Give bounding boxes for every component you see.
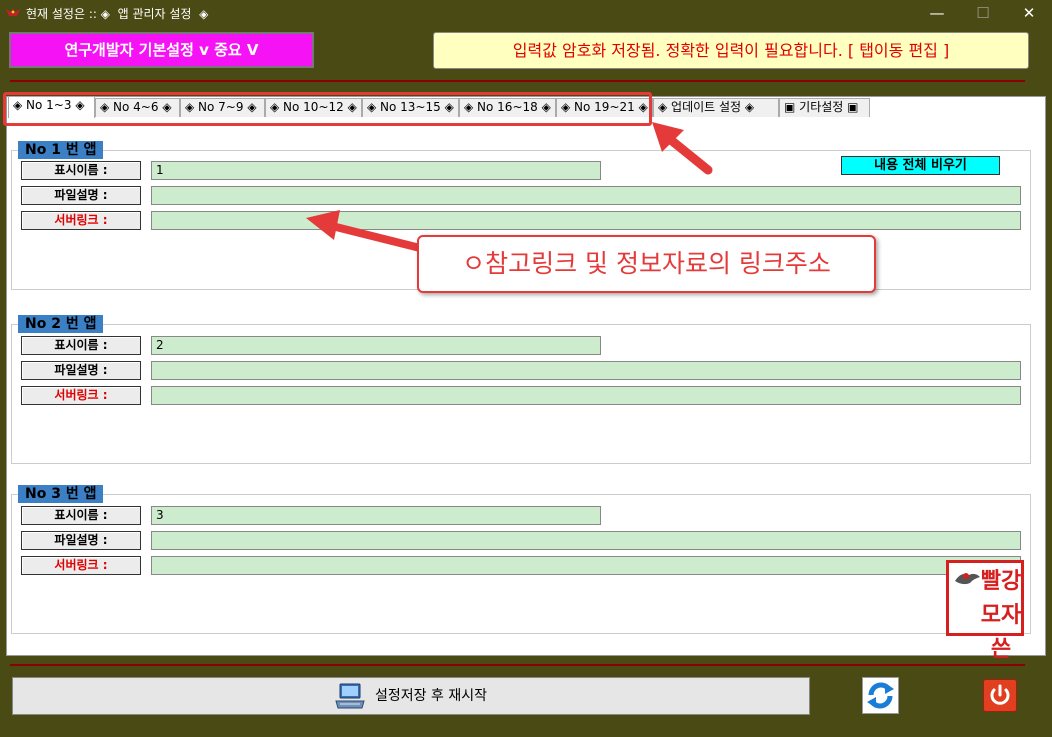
display-name-label: 표시이름 :: [21, 506, 141, 525]
save-button-label: 설정저장 후 재시작: [375, 688, 487, 704]
window-title: 현재 설정은 :: ◈ 앱 관리자 설정 ◈: [26, 7, 209, 21]
app-group-title: No 3 번 앱: [18, 485, 104, 503]
developer-mode-button[interactable]: 연구개발자 기본설정 v 중요 V: [9, 32, 314, 68]
server-link-input[interactable]: [151, 386, 1021, 405]
close-icon: ✕: [1022, 4, 1036, 22]
red-hat-stamp-logo: 빨강모자쓴: [946, 560, 1024, 662]
refresh-button[interactable]: [862, 677, 899, 714]
refresh-icon: [867, 682, 894, 709]
tab-update-settings[interactable]: ◈ 업데이트 설정 ◈: [653, 98, 779, 117]
app-logo-icon: [6, 8, 20, 16]
display-name-input[interactable]: 1: [151, 161, 601, 180]
display-name-label: 표시이름 :: [21, 336, 141, 355]
stamp-text: 빨강모자쓴: [980, 569, 1022, 662]
notice-banner: 입력값 암호화 저장됨. 정확한 입력이 필요합니다. [ 탭이동 편집 ]: [433, 32, 1029, 69]
power-icon: [990, 684, 1010, 705]
server-link-input[interactable]: [151, 556, 1021, 575]
tab-highlight-box: [3, 92, 652, 126]
file-desc-label: 파일설명 :: [21, 531, 141, 550]
app-group-title: No 1 번 앱: [18, 141, 104, 159]
file-desc-label: 파일설명 :: [21, 361, 141, 380]
file-desc-input[interactable]: [151, 361, 1021, 380]
bottom-divider: [10, 664, 1025, 666]
maximize-button[interactable]: ☐: [960, 0, 1006, 26]
maximize-icon: ☐: [976, 4, 990, 22]
arrow-to-tabs-icon: [652, 122, 713, 175]
file-desc-input[interactable]: [151, 531, 1021, 550]
tab-other-settings[interactable]: ▣ 기타설정 ▣: [779, 98, 870, 117]
power-button[interactable]: [983, 679, 1017, 712]
annotation-callout: ㅇ참고링크 및 정보자료의 링크주소: [417, 235, 876, 293]
keyboard-computer-icon: [335, 683, 365, 709]
minimize-icon: —: [929, 4, 945, 22]
server-link-label: 서버링크 :: [21, 556, 141, 575]
display-name-input[interactable]: 3: [151, 506, 601, 525]
file-desc-label: 파일설명 :: [21, 186, 141, 205]
display-name-label: 표시이름 :: [21, 161, 141, 180]
save-and-restart-button[interactable]: 설정저장 후 재시작: [12, 677, 810, 715]
top-divider: [10, 80, 1025, 82]
server-link-label: 서버링크 :: [21, 386, 141, 405]
display-name-input[interactable]: 2: [151, 336, 601, 355]
bird-icon: [955, 573, 980, 585]
server-link-input[interactable]: [151, 211, 1021, 230]
title-bar: 현재 설정은 :: ◈ 앱 관리자 설정 ◈ — ☐ ✕: [0, 0, 1052, 26]
close-button[interactable]: ✕: [1006, 0, 1052, 26]
app-group-title: No 2 번 앱: [18, 315, 104, 333]
minimize-button[interactable]: —: [914, 0, 960, 26]
file-desc-input[interactable]: [151, 186, 1021, 205]
server-link-label: 서버링크 :: [21, 211, 141, 230]
clear-all-button[interactable]: 내용 전체 비우기: [841, 156, 1000, 175]
